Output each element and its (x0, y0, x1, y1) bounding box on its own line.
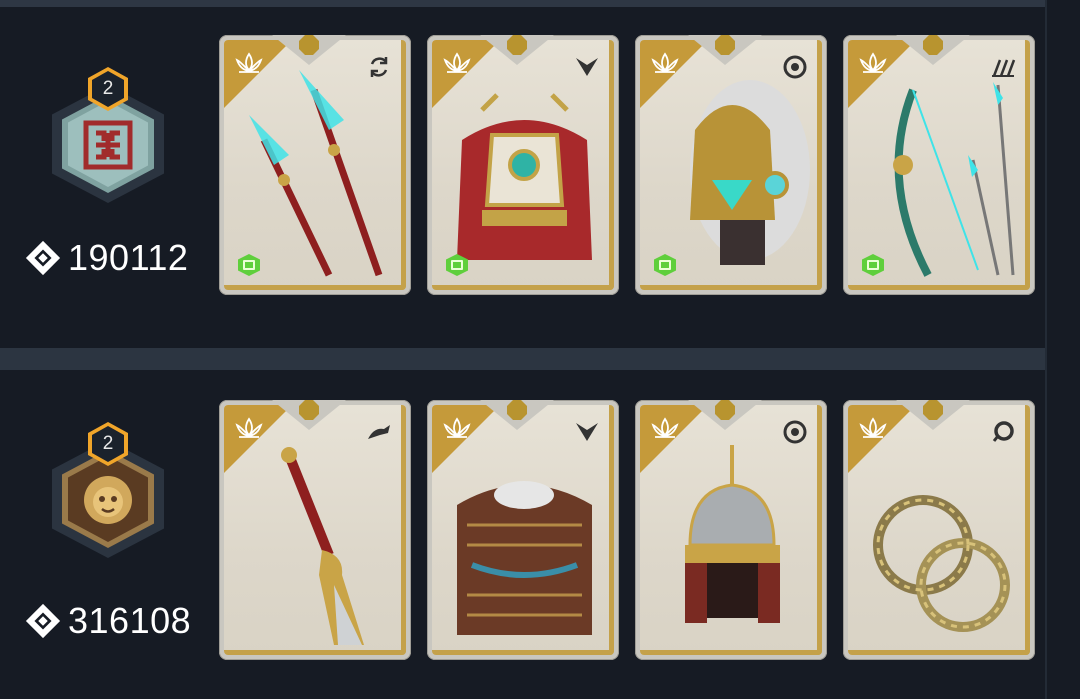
score-value: 190112 (68, 237, 189, 278)
gem-icon (299, 35, 319, 55)
item-card-chakram-rings[interactable] (843, 400, 1035, 660)
row-divider (0, 348, 1080, 370)
twin-glaive-spears-icon (249, 70, 383, 277)
gem-icon (923, 35, 943, 55)
fret-knot-emblem-icon (83, 120, 133, 170)
set-row-1: 2 190112 (0, 7, 1045, 348)
lamellar-chest-armor-icon (457, 481, 592, 635)
score-1: 190112 (24, 237, 204, 279)
gem-icon (715, 35, 735, 55)
item-card-lamellar-armor[interactable] (427, 400, 619, 660)
dragon-blade-icon (281, 447, 364, 645)
dragon-chakram-rings-icon (873, 495, 1010, 632)
item-card-steppe-helmet[interactable] (635, 400, 827, 660)
diamond-currency-icon (25, 240, 61, 276)
gem-icon (507, 35, 527, 55)
item-card-bow[interactable] (843, 35, 1035, 295)
item-card-glaives[interactable] (219, 35, 411, 295)
gem-icon (507, 400, 527, 420)
fur-trimmed-golden-helm-icon (690, 80, 810, 265)
gem-icon (923, 400, 943, 420)
rank-number: 2 (92, 71, 124, 107)
score-2: 316108 (24, 600, 204, 642)
top-edge (0, 0, 1080, 7)
diamond-currency-icon (25, 603, 61, 639)
scroll-rail[interactable] (1045, 0, 1080, 699)
lion-face-emblem-icon (84, 476, 132, 524)
jade-bow-arrows-icon (893, 82, 1015, 277)
item-card-chest-armor[interactable] (427, 35, 619, 295)
steppe-helmet-icon (685, 445, 780, 623)
ceremonial-chest-armor-icon (457, 93, 592, 260)
gem-icon (715, 400, 735, 420)
item-card-dragon-blade[interactable] (219, 400, 411, 660)
set-row-2: 2 316108 (0, 370, 1045, 699)
gem-icon (299, 400, 319, 420)
rank-number: 2 (92, 426, 124, 462)
score-value: 316108 (68, 600, 192, 641)
item-card-helm[interactable] (635, 35, 827, 295)
